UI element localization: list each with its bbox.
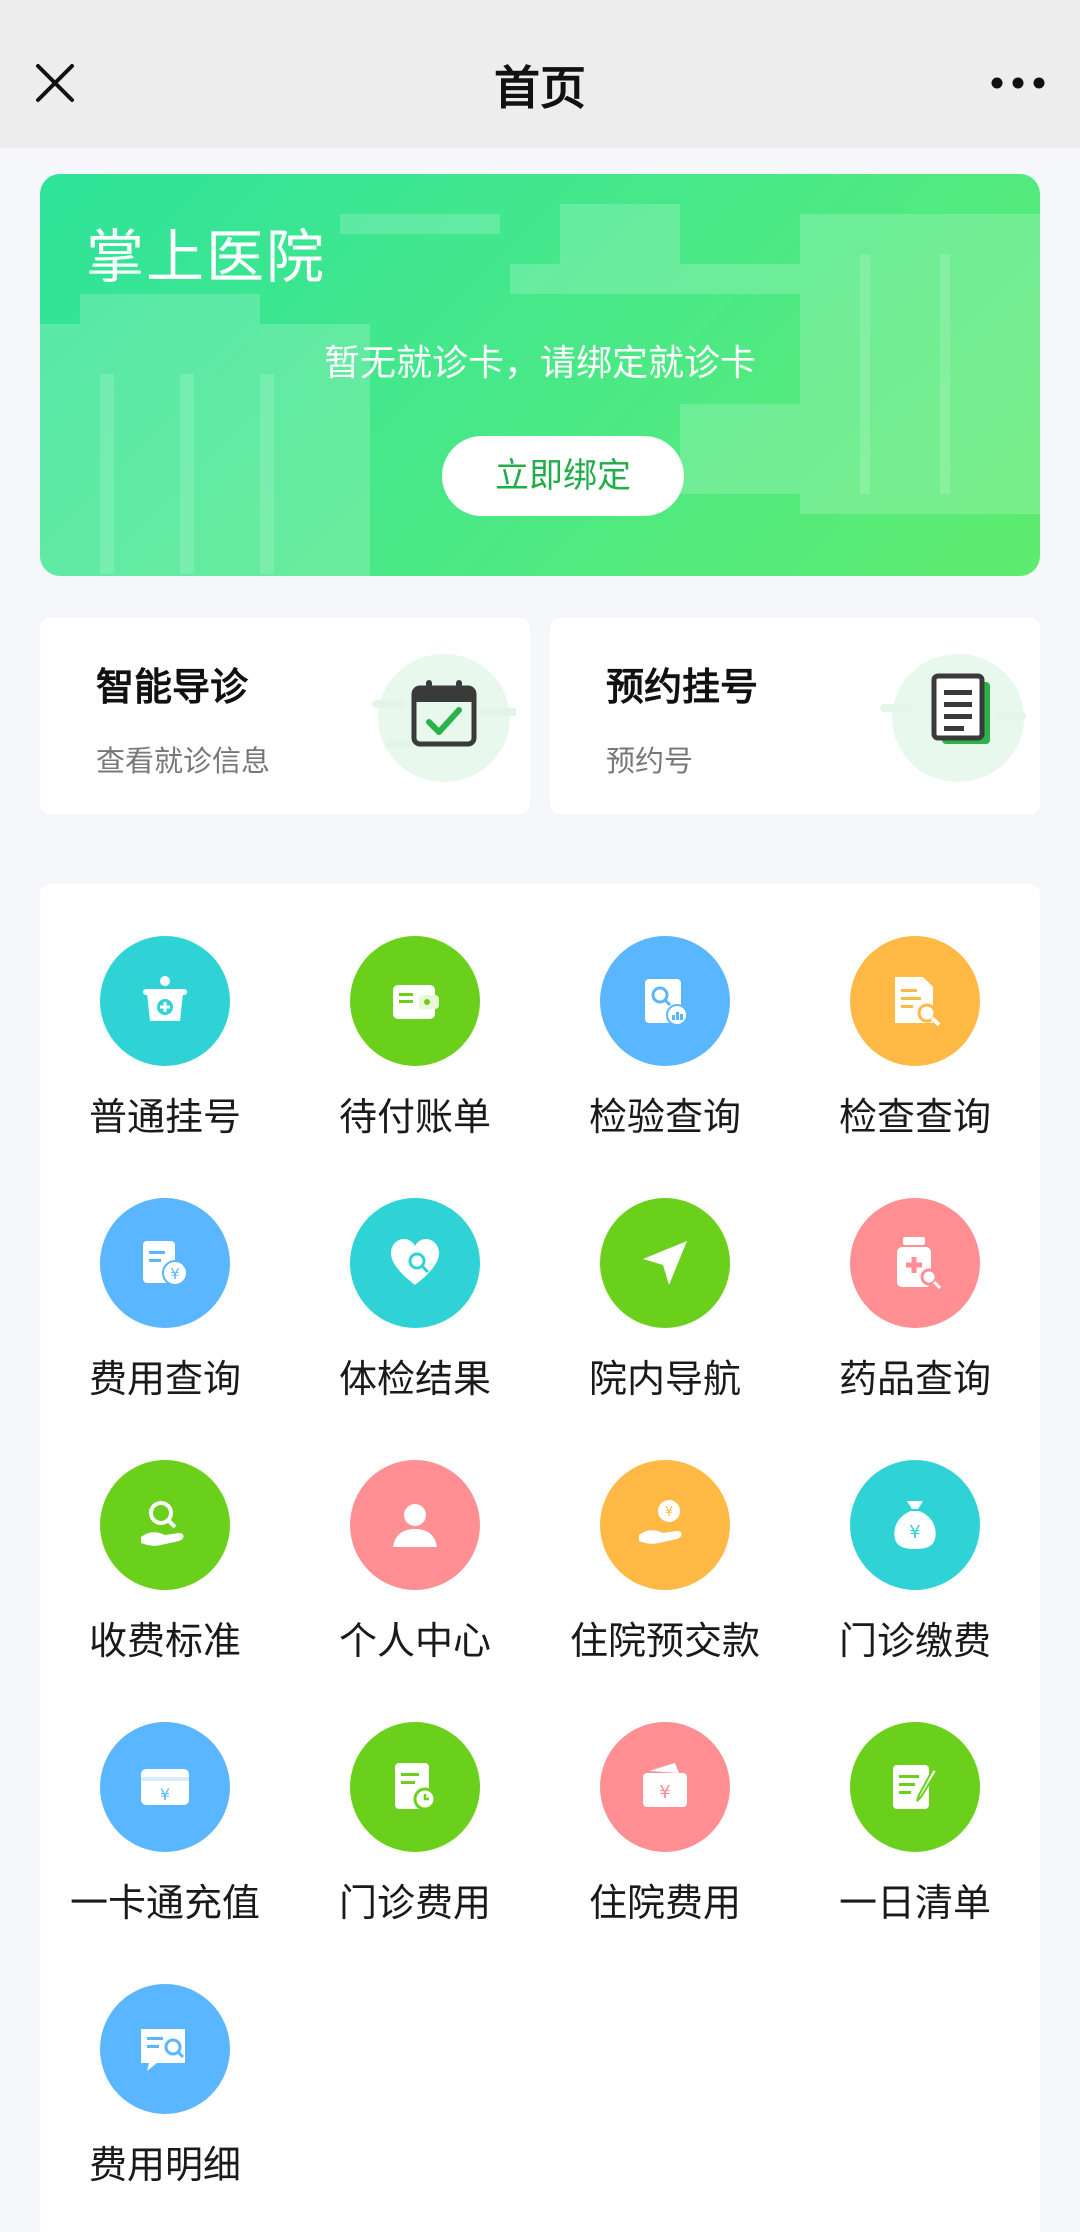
service-personal-center[interactable]: 个人中心 [290, 1408, 540, 1663]
service-checkup-results[interactable]: 体检结果 [290, 1146, 540, 1401]
service-fee-details[interactable]: 费用明细 [40, 1932, 290, 2187]
money-bag-icon: ¥ [850, 1460, 980, 1590]
service-hospital-navigation[interactable]: 院内导航 [540, 1146, 790, 1401]
edit-list-icon [850, 1722, 980, 1852]
svg-text:¥: ¥ [659, 1782, 670, 1803]
svg-text:¥: ¥ [170, 1265, 180, 1283]
lab-search-icon [600, 936, 730, 1066]
document-list-icon [880, 654, 1026, 782]
card-title: 智能导诊 [96, 665, 249, 709]
service-label: 院内导航 [588, 1357, 741, 1401]
wallet-icon [350, 936, 480, 1066]
hand-search-icon [100, 1460, 230, 1590]
service-general-registration[interactable]: 普通挂号 [40, 884, 290, 1139]
service-daily-list[interactable]: 一日清单 [790, 1670, 1040, 1925]
detail-search-icon [100, 1984, 230, 2114]
no-card-message: 暂无就诊卡，请绑定就诊卡 [323, 343, 756, 384]
service-medicine-query[interactable]: 药品查询 [790, 1146, 1040, 1401]
registration-desk-icon [100, 936, 230, 1066]
service-fee-query[interactable]: ¥ 费用查询 [40, 1146, 290, 1401]
service-label: 住院费用 [588, 1881, 741, 1925]
service-label: 一卡通充值 [69, 1881, 260, 1925]
services-grid: 普通挂号 待付账单 检验查询 检查查询 ¥ 费用查询 体检结果 院内导航 药品查… [40, 884, 1040, 2232]
card-subtitle: 预约号 [606, 744, 694, 778]
service-inpatient-fees[interactable]: ¥ 住院费用 [540, 1670, 790, 1925]
hand-coin-icon: ¥ [600, 1460, 730, 1590]
fee-document-icon: ¥ [100, 1198, 230, 1328]
more-options-icon[interactable] [990, 72, 1046, 94]
heart-search-icon [350, 1198, 480, 1328]
card-subtitle: 查看就诊信息 [96, 744, 271, 778]
service-label: 普通挂号 [88, 1095, 241, 1139]
svg-text:¥: ¥ [160, 1785, 170, 1804]
service-label: 住院预交款 [569, 1619, 760, 1663]
service-label: 收费标准 [88, 1619, 241, 1663]
medicine-bottle-icon [850, 1198, 980, 1328]
service-label: 体检结果 [338, 1357, 491, 1401]
bind-card-button[interactable]: 立即绑定 [442, 436, 684, 516]
card-title: 预约挂号 [606, 665, 759, 709]
card-yuan-icon: ¥ [100, 1722, 230, 1852]
svg-text:¥: ¥ [909, 1522, 920, 1543]
bill-clock-icon [350, 1722, 480, 1852]
service-label: 一日清单 [838, 1881, 991, 1925]
service-fee-standards[interactable]: 收费标准 [40, 1408, 290, 1663]
service-label: 检查查询 [838, 1095, 991, 1139]
service-label: 费用明细 [88, 2143, 241, 2187]
appointment-card[interactable]: 预约挂号 预约号 [550, 618, 1040, 814]
service-label: 个人中心 [338, 1619, 491, 1663]
calendar-check-icon [372, 654, 516, 782]
service-card-recharge[interactable]: ¥ 一卡通充值 [40, 1670, 290, 1925]
navigation-arrow-icon [600, 1198, 730, 1328]
service-lab-query[interactable]: 检验查询 [540, 884, 790, 1139]
wallet-yuan-icon: ¥ [600, 1722, 730, 1852]
hospital-banner: 掌上医院 暂无就诊卡，请绑定就诊卡 立即绑定 [40, 174, 1040, 576]
service-label: 门诊缴费 [838, 1619, 991, 1663]
service-label: 费用查询 [88, 1357, 241, 1401]
smart-guide-card[interactable]: 智能导诊 查看就诊信息 [40, 618, 530, 814]
service-outpatient-payment[interactable]: ¥ 门诊缴费 [790, 1408, 1040, 1663]
service-exam-query[interactable]: 检查查询 [790, 884, 1040, 1139]
service-pending-bills[interactable]: 待付账单 [290, 884, 540, 1139]
service-label: 药品查询 [838, 1357, 991, 1401]
service-label: 门诊费用 [338, 1881, 491, 1925]
service-outpatient-fees[interactable]: 门诊费用 [290, 1670, 540, 1925]
service-label: 待付账单 [338, 1095, 491, 1139]
page-title: 首页 [494, 61, 586, 115]
navigation-bar: 首页 [0, 0, 1080, 148]
banner-title: 掌上医院 [86, 223, 327, 291]
report-search-icon [850, 936, 980, 1066]
service-inpatient-deposit[interactable]: ¥ 住院预交款 [540, 1408, 790, 1663]
person-icon [350, 1460, 480, 1590]
service-label: 检验查询 [588, 1095, 741, 1139]
svg-text:¥: ¥ [665, 1505, 673, 1520]
